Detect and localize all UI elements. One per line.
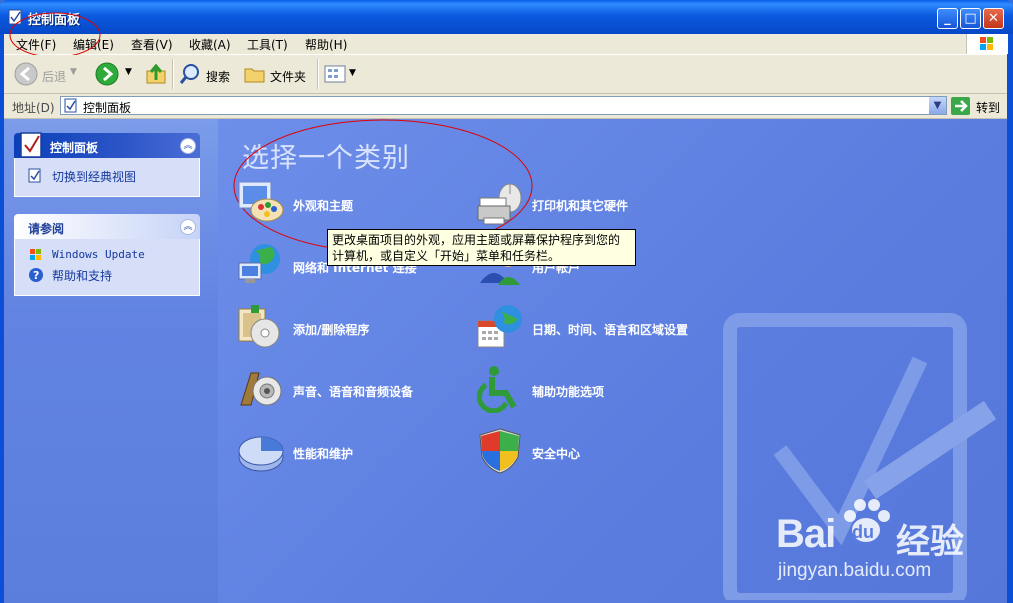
search-icon[interactable]	[179, 63, 201, 85]
category-date-time-language[interactable]: 日期、时间、语言和区域设置	[532, 321, 688, 338]
control-panel-section-title: 控制面板	[50, 141, 99, 155]
forward-arrow-icon[interactable]	[95, 62, 119, 86]
date-time-language-icon[interactable]	[476, 303, 524, 351]
collapse-chevron-icon[interactable]: ︽	[180, 219, 196, 235]
menu-bar: 文件(F) 编辑(E) 查看(V) 收藏(A) 工具(T) 帮助(H)	[4, 34, 1007, 55]
help-icon: ?	[29, 268, 43, 282]
see-also-section: 请参阅 ︽ Windows Update ? 帮助和支持	[14, 214, 200, 296]
up-folder-icon[interactable]	[145, 63, 167, 85]
menu-view[interactable]: 查看(V)	[131, 36, 173, 53]
category-printers-hardware[interactable]: 打印机和其它硬件	[532, 197, 628, 214]
annotation-circle-menu	[9, 12, 101, 58]
svg-text:?: ?	[33, 269, 39, 282]
address-label: 地址(D)	[12, 101, 55, 115]
sound-speech-audio-icon[interactable]	[237, 365, 285, 413]
folders-icon[interactable]	[244, 64, 266, 84]
control-panel-section-body: 切换到经典视图	[14, 158, 200, 197]
category-performance-maintenance[interactable]: 性能和维护	[293, 445, 353, 462]
back-button-label[interactable]: 后退	[42, 68, 66, 85]
category-add-remove-programs[interactable]: 添加/删除程序	[293, 321, 369, 338]
maximize-button[interactable]: □	[960, 8, 981, 29]
control-panel-section-header[interactable]: 控制面板 ︽	[14, 132, 200, 158]
close-button[interactable]: ✕	[983, 8, 1004, 29]
category-security-center[interactable]: 安全中心	[532, 445, 580, 462]
watermark-url: jingyan.baidu.com	[778, 560, 932, 581]
category-tooltip: 更改桌面项目的外观，应用主题或屏幕保护程序到您的计算机，或自定义「开始」菜单和任…	[327, 229, 636, 266]
category-appearance-themes[interactable]: 外观和主题	[293, 197, 353, 214]
accessibility-options-icon[interactable]	[476, 365, 524, 413]
appearance-themes-icon[interactable]	[237, 180, 285, 226]
switch-classic-view-link[interactable]: 切换到经典视图	[52, 168, 136, 185]
watermark-brand-right: du	[852, 522, 874, 542]
network-internet-icon[interactable]	[237, 241, 285, 287]
toolbar-separator	[317, 59, 319, 89]
back-arrow-icon[interactable]	[14, 62, 38, 86]
category-sound-audio[interactable]: 声音、语音和音频设备	[293, 383, 413, 400]
toolbar-separator	[172, 59, 174, 89]
folders-button-label[interactable]: 文件夹	[270, 68, 306, 85]
title-bar[interactable]	[0, 0, 1013, 34]
add-remove-programs-icon[interactable]	[237, 303, 285, 351]
classic-view-icon	[28, 168, 41, 183]
go-arrow-icon[interactable]	[951, 97, 970, 115]
menu-favorites[interactable]: 收藏(A)	[189, 36, 231, 53]
help-support-link[interactable]: 帮助和支持	[52, 267, 112, 284]
category-accessibility[interactable]: 辅助功能选项	[532, 383, 604, 400]
toolbar: 后退 ▼ ▼ 搜索 文件夹 ▼	[4, 55, 1007, 94]
windows-logo	[966, 34, 1008, 54]
address-value: 控制面板	[83, 101, 132, 115]
views-dropdown-icon[interactable]: ▼	[349, 68, 356, 78]
go-button-label[interactable]: 转到	[976, 99, 1000, 116]
watermark-brand-left: Bai	[776, 512, 836, 556]
security-center-shield-icon[interactable]	[476, 427, 524, 475]
control-panel-small-icon	[64, 98, 77, 113]
address-input[interactable]: 控制面板 ▼	[60, 96, 947, 115]
window-frame-right	[1007, 34, 1013, 603]
windows-update-link[interactable]: Windows Update	[52, 248, 145, 261]
minimize-button[interactable]: _	[937, 8, 958, 29]
collapse-chevron-icon[interactable]: ︽	[180, 138, 196, 154]
see-also-section-header[interactable]: 请参阅 ︽	[14, 214, 200, 239]
address-dropdown-icon[interactable]: ▼	[929, 97, 946, 114]
windows-update-icon	[30, 249, 41, 260]
see-also-section-title: 请参阅	[28, 222, 65, 236]
control-panel-large-icon	[20, 132, 42, 158]
menu-help[interactable]: 帮助(H)	[305, 36, 347, 53]
control-panel-section: 控制面板 ︽ 切换到经典视图	[14, 132, 200, 197]
watermark-brand-cn: 经验	[896, 523, 964, 561]
forward-dropdown-icon[interactable]: ▼	[125, 67, 132, 77]
address-bar: 地址(D) 控制面板 ▼ 转到	[4, 94, 1007, 119]
search-button-label[interactable]: 搜索	[206, 68, 230, 85]
printers-hardware-icon[interactable]	[476, 180, 524, 226]
performance-maintenance-icon[interactable]	[237, 427, 285, 475]
back-dropdown-icon[interactable]: ▼	[70, 67, 77, 77]
views-icon[interactable]	[324, 65, 346, 83]
see-also-section-body: Windows Update ? 帮助和支持	[14, 239, 200, 296]
menu-tools[interactable]: 工具(T)	[247, 36, 288, 53]
